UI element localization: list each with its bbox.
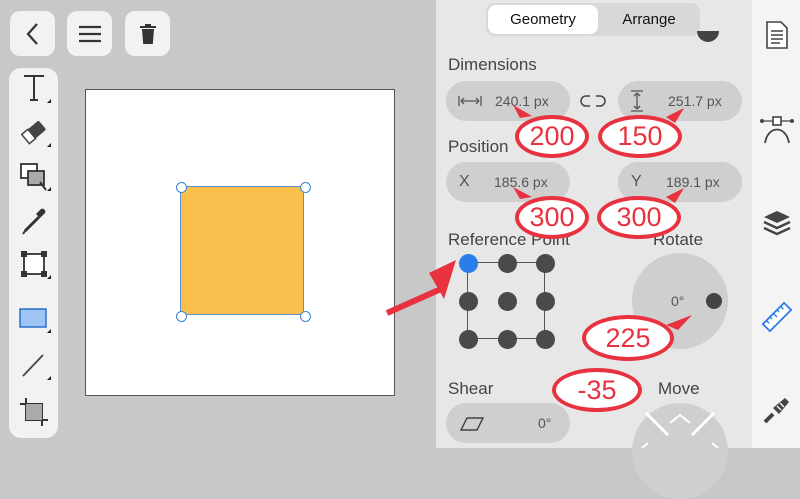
annotation-shear: -35 bbox=[552, 368, 642, 412]
annotation-overlay bbox=[385, 105, 692, 398]
annotation-x: 300 bbox=[515, 196, 589, 239]
annotation-height: 150 bbox=[598, 115, 682, 158]
annotation-rotate: 225 bbox=[582, 315, 674, 361]
annotation-width: 200 bbox=[515, 115, 589, 158]
annotation-y: 300 bbox=[597, 196, 681, 239]
